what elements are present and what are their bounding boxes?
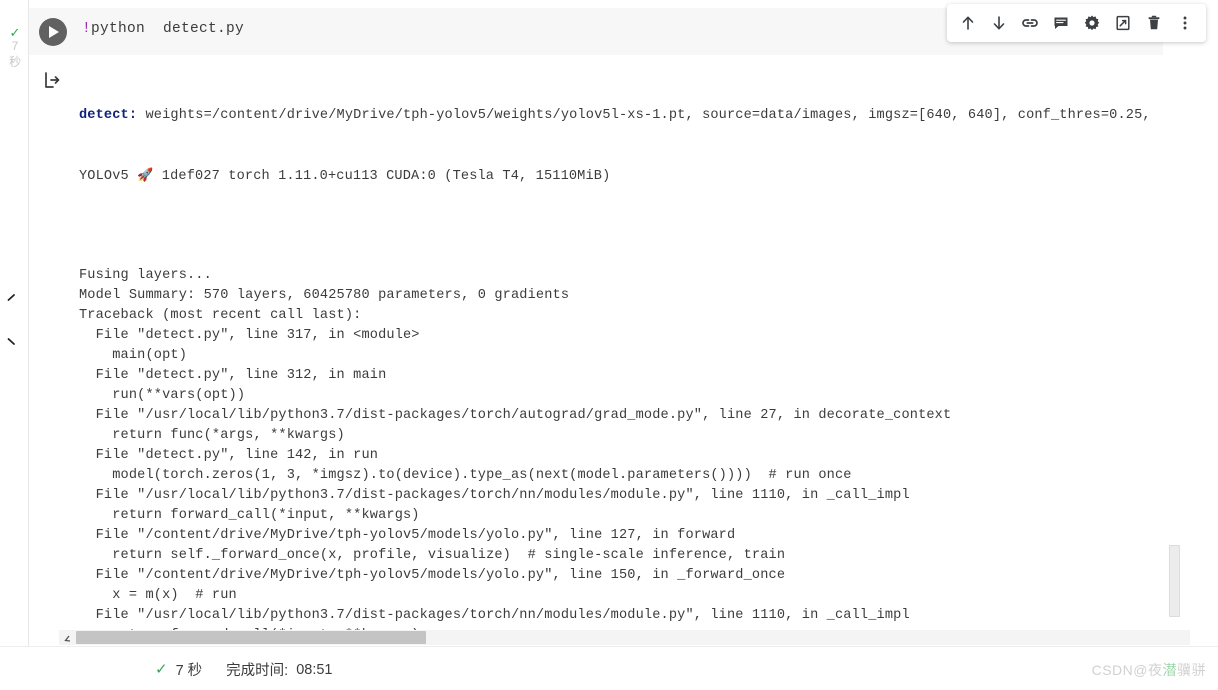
colab-notebook-screenshot: ✓ 7 秒 !python detect.py detect: weights=… <box>0 0 1218 690</box>
output-vertical-scrollbar-thumb[interactable] <box>1169 545 1180 617</box>
output-line: File "/usr/local/lib/python3.7/dist-pack… <box>79 488 910 503</box>
output-version-line: YOLOv5 🚀 1def027 torch 1.11.0+cu113 CUDA… <box>79 166 1151 186</box>
output-line: return forward_call(*input, **kwargs) <box>79 508 420 523</box>
detect-args: weights=/content/drive/MyDrive/tph-yolov… <box>137 108 1151 123</box>
output-line: File "/content/drive/MyDrive/tph-yolov5/… <box>79 528 736 543</box>
run-duration-unit: 秒 <box>8 55 21 69</box>
code-command-text: python detect.py <box>91 21 245 37</box>
delete-cell-button[interactable] <box>1139 8 1169 38</box>
right-margin <box>1190 0 1218 646</box>
output-line: File "detect.py", line 142, in run <box>79 448 379 463</box>
output-line: Model Summary: 570 layers, 60425780 para… <box>79 288 570 303</box>
output-line: main(opt) <box>79 348 187 363</box>
check-icon: ✓ <box>155 661 168 678</box>
shell-bang-token: ! <box>82 21 92 37</box>
output-detect-line: detect: weights=/content/drive/MyDrive/t… <box>79 106 1151 126</box>
output-line: x = m(x) # run <box>79 588 237 603</box>
output-line: return self._forward_once(x, profile, vi… <box>79 548 786 563</box>
cell-settings-button[interactable] <box>1077 8 1107 38</box>
output-blank-line <box>79 246 1151 266</box>
output-line: Traceback (most recent call last): <box>79 308 362 323</box>
cell-gutter: ✓ 7 秒 <box>0 0 28 646</box>
status-content: ✓ 7 秒 完成时间: 08:51 <box>155 659 333 680</box>
rocket-icon: 🚀 <box>137 168 154 183</box>
traceback-lines: Fusing layers... Model Summary: 570 layer… <box>79 226 1151 690</box>
run-duration-number: 7 <box>11 39 19 53</box>
add-comment-button[interactable] <box>1046 8 1076 38</box>
watermark-highlight: 潜 <box>1162 662 1177 678</box>
output-line: Fusing layers... <box>79 268 212 283</box>
watermark: CSDN@夜潜骥骈 <box>1092 660 1206 680</box>
status-completed-time: 08:51 <box>296 661 333 678</box>
status-completed-label: 完成时间: <box>226 663 289 679</box>
version-prefix: YOLOv5 <box>79 169 138 184</box>
output-line: File "/usr/local/lib/python3.7/dist-pack… <box>79 608 910 623</box>
output-line: File "detect.py", line 312, in main <box>79 368 387 383</box>
output-line: File "/usr/local/lib/python3.7/dist-pack… <box>79 408 952 423</box>
code-input-line[interactable]: !python detect.py <box>82 21 244 37</box>
output-horizontal-scrollbar-thumb[interactable] <box>76 631 426 644</box>
detect-label: detect: <box>79 108 138 123</box>
watermark-prefix: CSDN@夜 <box>1091 662 1163 678</box>
mirror-cell-button[interactable] <box>1108 8 1138 38</box>
cell-output-area: detect: weights=/content/drive/MyDrive/t… <box>29 60 1191 690</box>
version-suffix: 1def027 torch 1.11.0+cu113 CUDA:0 (Tesla… <box>153 169 611 184</box>
output-line: model(torch.zeros(1, 3, *imgsz).to(devic… <box>79 468 852 483</box>
check-icon: ✓ <box>9 25 21 40</box>
notebook-cell-container: !python detect.py detect: weights=/conte… <box>28 0 1217 690</box>
status-duration: 7 秒 <box>175 663 203 679</box>
output-line: File "detect.py", line 317, in <module> <box>79 328 420 343</box>
output-line: run(**vars(opt)) <box>79 388 246 403</box>
output-blank-line <box>79 226 1151 246</box>
scroll-left-arrow-icon[interactable] <box>62 632 73 643</box>
output-line: return func(*args, **kwargs) <box>79 428 345 443</box>
output-line: File "/content/drive/MyDrive/tph-yolov5/… <box>79 568 786 583</box>
execution-status-bar: ✓ 7 秒 完成时间: 08:51 <box>0 646 1218 690</box>
output-arrow-icon <box>42 70 62 90</box>
play-icon[interactable] <box>39 18 67 46</box>
copy-link-button[interactable] <box>1015 8 1045 38</box>
run-status-indicator: ✓ 7 秒 <box>4 26 26 72</box>
move-cell-up-button[interactable] <box>953 8 983 38</box>
chevron-left-icon-bottom[interactable] <box>4 337 18 351</box>
move-cell-down-button[interactable] <box>984 8 1014 38</box>
output-text-block: detect: weights=/content/drive/MyDrive/t… <box>79 66 1151 690</box>
more-options-button[interactable] <box>1170 8 1200 38</box>
watermark-suffix: 骥骈 <box>1177 662 1206 678</box>
chevron-left-icon-top[interactable] <box>4 293 18 307</box>
cell-toolbar <box>947 4 1206 42</box>
